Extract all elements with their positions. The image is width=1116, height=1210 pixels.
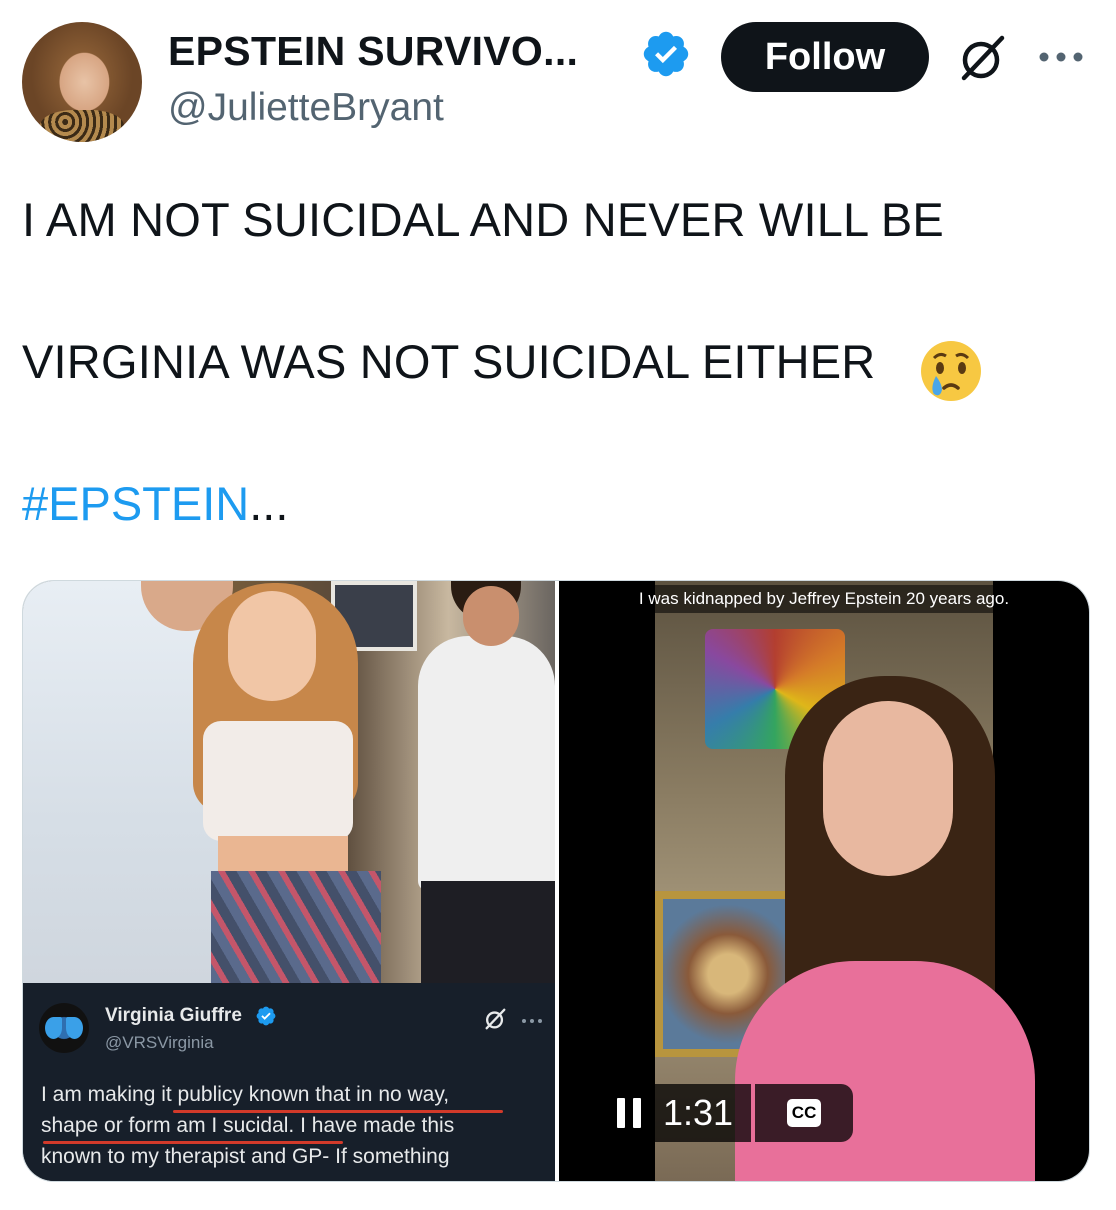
more-icon <box>522 1019 542 1023</box>
photo-woman-pants <box>421 881 555 983</box>
tweet-text-line: I AM NOT SUICIDAL AND NEVER WILL BE <box>22 193 944 246</box>
embedded-avatar <box>39 1003 89 1053</box>
truncation-ellipsis: ... <box>249 477 289 530</box>
follow-button[interactable]: Follow <box>721 22 929 92</box>
author-avatar[interactable] <box>22 22 142 142</box>
embedded-author-handle: @VRSVirginia <box>105 1033 214 1052</box>
more-icon[interactable] <box>1036 46 1086 68</box>
media-grid: Virginia Giuffre @VRSVirginia I am makin… <box>22 580 1090 1182</box>
video-person-body <box>735 961 1035 1181</box>
photo-girl-belly <box>218 836 348 876</box>
red-underline <box>43 1141 343 1144</box>
cc-icon: CC <box>787 1099 822 1127</box>
video-caption-text: I was kidnapped by Jeffrey Epstein 20 ye… <box>632 585 1016 613</box>
tweet-text-line: VIRGINIA WAS NOT SUICIDAL EITHER <box>22 335 876 388</box>
embedded-text-line: known to my therapist and GP- If somethi… <box>41 1145 450 1168</box>
embedded-text-line: shape or form am I sucidal. I have made … <box>41 1114 455 1137</box>
photo[interactable] <box>23 581 555 983</box>
photo-girl-face <box>228 591 316 701</box>
video-caption: I was kidnapped by Jeffrey Epstein 20 ye… <box>559 581 1089 617</box>
video-controls: 1:31 CC <box>599 1083 863 1143</box>
video-time: 1:31 <box>663 1092 734 1133</box>
photo-girl-top <box>203 721 353 841</box>
video-player[interactable]: I was kidnapped by Jeffrey Epstein 20 ye… <box>559 581 1089 1181</box>
pause-icon[interactable] <box>617 1098 641 1128</box>
grok-icon[interactable] <box>956 32 1008 84</box>
embedded-author-name: Virginia Giuffre <box>105 1005 242 1026</box>
photo-woman-face <box>463 586 519 646</box>
embedded-post: Virginia Giuffre @VRSVirginia I am makin… <box>23 983 555 1181</box>
embedded-post-text: I am making it publicy known that in no … <box>41 1079 551 1172</box>
play-time-pill[interactable]: 1:31 <box>599 1084 752 1142</box>
red-underline <box>173 1110 503 1113</box>
video-person-face <box>823 701 953 876</box>
grok-icon <box>485 1008 506 1030</box>
hashtag-link[interactable]: #EPSTEIN... <box>22 476 288 531</box>
hashtag-text[interactable]: #EPSTEIN <box>22 477 249 530</box>
verified-badge-icon <box>256 1006 276 1026</box>
embedded-text-line: I am making it publicy known that in no … <box>41 1083 450 1106</box>
author-display-name[interactable]: EPSTEIN SURVIVO... <box>168 28 578 75</box>
image-panel[interactable]: Virginia Giuffre @VRSVirginia I am makin… <box>23 581 555 1181</box>
photo-woman-top <box>418 636 555 891</box>
photo-girl-jeans <box>211 871 381 983</box>
closed-captions-button[interactable]: CC <box>755 1084 854 1142</box>
crying-face-icon <box>921 341 981 401</box>
author-handle[interactable]: @JulietteBryant <box>168 86 444 130</box>
verified-badge-icon <box>643 31 689 77</box>
